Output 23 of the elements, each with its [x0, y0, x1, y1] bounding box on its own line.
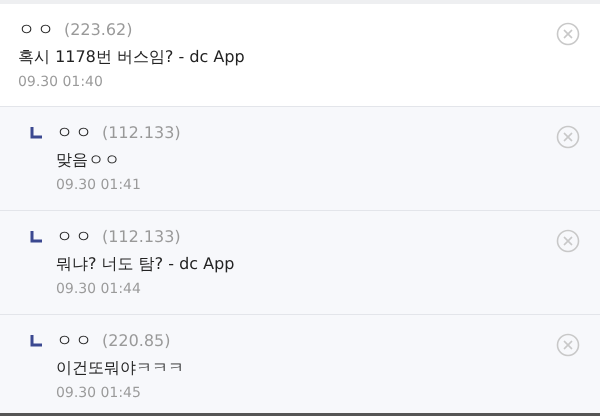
ip-address: (112.133) — [102, 123, 181, 142]
ip-address: (220.85) — [102, 331, 170, 350]
author-name: ㅇㅇ — [56, 122, 94, 144]
delete-icon[interactable] — [556, 22, 580, 46]
comment-date: 09.30 01:40 — [18, 74, 104, 90]
comment-text: 이건또뭐야ㅋㅋㅋ — [56, 358, 185, 379]
comment-text: 맞음ㅇㅇ — [56, 150, 121, 171]
author-name: ㅇㅇ — [18, 19, 56, 41]
ip-address: (223.62) — [64, 20, 132, 39]
comment-text: 뭐냐? 너도 탐? - dc App — [56, 254, 236, 275]
delete-icon[interactable] — [556, 229, 580, 253]
delete-icon[interactable] — [556, 125, 580, 149]
author-name: ㅇㅇ — [56, 330, 94, 352]
comment-date: 09.30 01:44 — [56, 281, 142, 297]
comment-date: 09.30 01:45 — [56, 385, 142, 401]
reply-corner-icon — [30, 127, 42, 139]
reply-corner-icon — [30, 231, 42, 243]
reply-corner-icon — [30, 335, 42, 347]
ip-address: (112.133) — [102, 227, 181, 246]
author-name: ㅇㅇ — [56, 226, 94, 248]
comment-text: 혹시 1178번 버스임? - dc App — [18, 47, 246, 68]
delete-icon[interactable] — [556, 333, 580, 357]
comment-date: 09.30 01:41 — [56, 177, 142, 193]
